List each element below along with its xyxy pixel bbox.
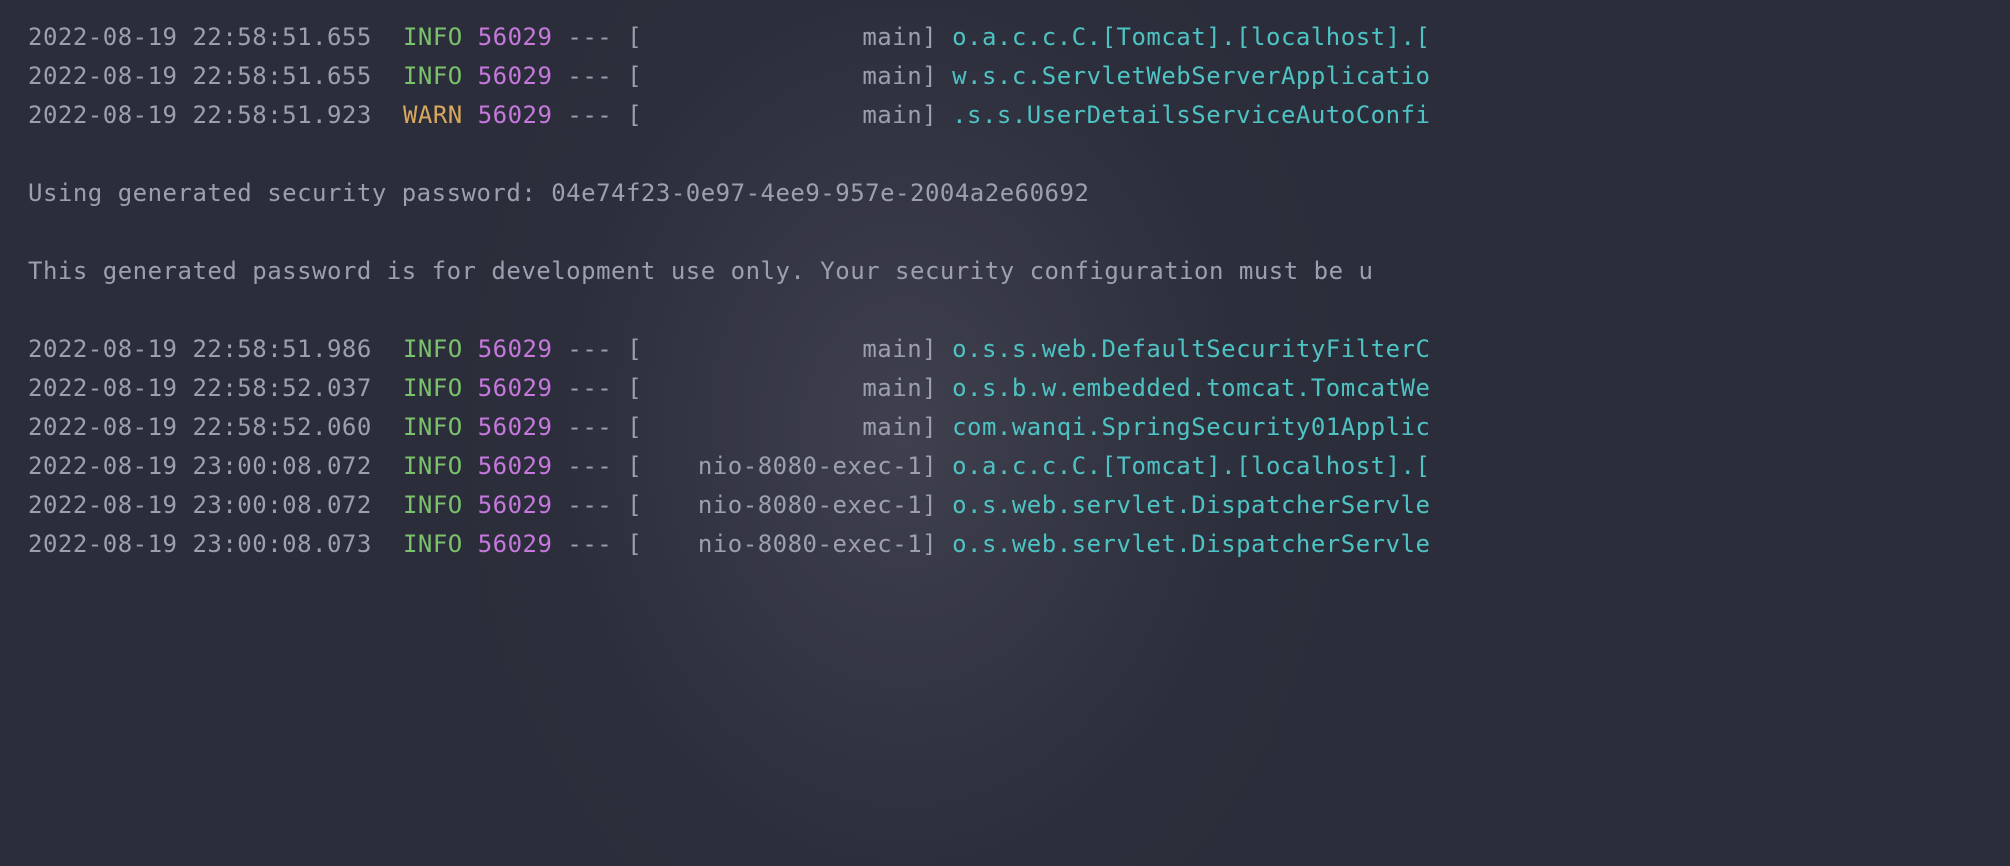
blank-line — [28, 291, 2010, 330]
blank-line — [28, 213, 2010, 252]
log-logger: o.s.web.servlet.DispatcherServle — [952, 491, 1430, 519]
log-output: 2022-08-19 22:58:51.655 INFO 56029 --- [… — [28, 18, 2010, 564]
log-timestamp: 2022-08-19 22:58:52.060 — [28, 408, 388, 447]
log-thread: main — [642, 369, 922, 408]
log-level: INFO — [403, 23, 463, 51]
log-separator: --- — [552, 491, 627, 519]
log-message-line: This generated password is for developme… — [28, 252, 2010, 291]
log-separator: --- — [552, 62, 627, 90]
log-timestamp: 2022-08-19 22:58:51.655 — [28, 57, 388, 96]
log-thread: main — [642, 330, 922, 369]
log-thread: main — [642, 57, 922, 96]
log-level: INFO — [403, 452, 463, 480]
log-pid: 56029 — [478, 335, 553, 363]
log-separator: --- — [552, 374, 627, 402]
log-logger: o.s.b.w.embedded.tomcat.TomcatWe — [952, 374, 1430, 402]
log-entry: 2022-08-19 22:58:51.655 INFO 56029 --- [… — [28, 18, 2010, 57]
log-logger: o.a.c.c.C.[Tomcat].[localhost].[ — [952, 23, 1430, 51]
log-level: INFO — [403, 62, 463, 90]
log-pid: 56029 — [478, 374, 553, 402]
log-level: INFO — [403, 491, 463, 519]
log-logger: com.wanqi.SpringSecurity01Applic — [952, 413, 1430, 441]
log-thread: main — [642, 408, 922, 447]
log-level: INFO — [403, 530, 463, 558]
log-separator: --- — [552, 452, 627, 480]
log-pid: 56029 — [478, 413, 553, 441]
log-logger: .s.s.UserDetailsServiceAutoConfi — [952, 101, 1430, 129]
log-timestamp: 2022-08-19 22:58:52.037 — [28, 369, 388, 408]
log-timestamp: 2022-08-19 22:58:51.923 — [28, 96, 388, 135]
log-logger: o.a.c.c.C.[Tomcat].[localhost].[ — [952, 452, 1430, 480]
log-pid: 56029 — [478, 530, 553, 558]
log-entry: 2022-08-19 22:58:51.655 INFO 56029 --- [… — [28, 57, 2010, 96]
log-timestamp: 2022-08-19 22:58:51.986 — [28, 330, 388, 369]
log-entry: 2022-08-19 23:00:08.073 INFO 56029 --- [… — [28, 525, 2010, 564]
log-pid: 56029 — [478, 452, 553, 480]
log-thread: nio-8080-exec-1 — [642, 447, 922, 486]
log-separator: --- — [552, 335, 627, 363]
log-entry: 2022-08-19 22:58:51.986 INFO 56029 --- [… — [28, 330, 2010, 369]
log-entry: 2022-08-19 23:00:08.072 INFO 56029 --- [… — [28, 447, 2010, 486]
log-timestamp: 2022-08-19 23:00:08.072 — [28, 486, 388, 525]
log-separator: --- — [552, 413, 627, 441]
log-entry: 2022-08-19 22:58:52.037 INFO 56029 --- [… — [28, 369, 2010, 408]
log-thread: main — [642, 18, 922, 57]
log-separator: --- — [552, 23, 627, 51]
log-message-line: Using generated security password: 04e74… — [28, 174, 2010, 213]
log-logger: o.s.web.servlet.DispatcherServle — [952, 530, 1430, 558]
log-pid: 56029 — [478, 62, 553, 90]
log-pid: 56029 — [478, 23, 553, 51]
blank-line — [28, 135, 2010, 174]
log-level: WARN — [403, 101, 463, 129]
log-logger: o.s.s.web.DefaultSecurityFilterC — [952, 335, 1430, 363]
log-entry: 2022-08-19 22:58:52.060 INFO 56029 --- [… — [28, 408, 2010, 447]
log-thread: nio-8080-exec-1 — [642, 486, 922, 525]
log-pid: 56029 — [478, 101, 553, 129]
log-separator: --- — [552, 530, 627, 558]
log-thread: nio-8080-exec-1 — [642, 525, 922, 564]
log-pid: 56029 — [478, 491, 553, 519]
log-level: INFO — [403, 413, 463, 441]
log-entry: 2022-08-19 23:00:08.072 INFO 56029 --- [… — [28, 486, 2010, 525]
log-logger: w.s.c.ServletWebServerApplicatio — [952, 62, 1430, 90]
log-thread: main — [642, 96, 922, 135]
log-level: INFO — [403, 374, 463, 402]
log-entry: 2022-08-19 22:58:51.923 WARN 56029 --- [… — [28, 96, 2010, 135]
log-timestamp: 2022-08-19 23:00:08.073 — [28, 525, 388, 564]
log-timestamp: 2022-08-19 22:58:51.655 — [28, 18, 388, 57]
log-timestamp: 2022-08-19 23:00:08.072 — [28, 447, 388, 486]
log-level: INFO — [403, 335, 463, 363]
log-separator: --- — [552, 101, 627, 129]
